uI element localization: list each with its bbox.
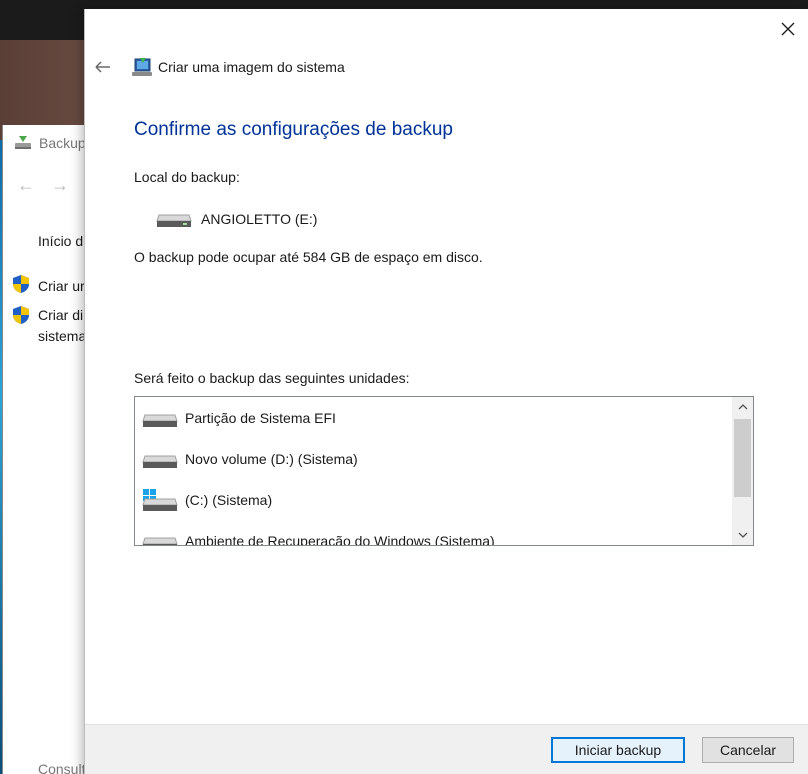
background-link-criar-disco[interactable]: Criar di — [38, 305, 83, 325]
back-arrow-icon[interactable] — [93, 58, 115, 76]
backup-icon — [13, 134, 33, 152]
drive-icon — [141, 405, 179, 431]
backup-location-label: Local do backup: — [134, 169, 240, 185]
close-icon[interactable] — [778, 19, 798, 39]
scroll-down-button[interactable] — [732, 525, 753, 545]
dialog-header: Criar uma imagem do sistema — [93, 55, 345, 79]
background-link-inicio[interactable]: Início d — [38, 231, 83, 251]
drives-list[interactable]: Partição de Sistema EFI Novo volume (D:)… — [134, 396, 754, 546]
drives-list-label: Será feito o backup das seguintes unidad… — [134, 370, 410, 386]
scroll-thumb[interactable] — [734, 419, 751, 497]
background-link-sistema[interactable]: sistema — [38, 326, 86, 346]
uac-shield-icon — [13, 306, 29, 324]
windows-drive-icon — [141, 487, 179, 513]
page-title: Confirme as configurações de backup — [134, 119, 453, 140]
backup-location-drive: ANGIOLETTO (E:) — [155, 209, 317, 229]
list-item[interactable]: Novo volume (D:) (Sistema) — [141, 443, 358, 475]
list-item[interactable]: Ambiente de Recuperação do Windows (Sist… — [141, 525, 495, 545]
uac-shield-icon — [13, 275, 29, 293]
background-window-title-text: Backup — [39, 135, 86, 151]
chevron-down-icon — [738, 532, 747, 538]
drive-name: Novo volume (D:) (Sistema) — [185, 451, 358, 467]
cancel-button[interactable]: Cancelar — [702, 737, 794, 763]
drive-name: (C:) (Sistema) — [185, 492, 273, 508]
background-nav-arrows[interactable]: ←→ — [17, 175, 85, 196]
list-item[interactable]: Partição de Sistema EFI — [141, 402, 336, 434]
drive-name: Ambiente de Recuperação do Windows (Sist… — [185, 533, 495, 545]
dialog-footer: Iniciar backup Cancelar — [85, 724, 808, 774]
system-image-icon — [132, 58, 152, 76]
drives-list-scrollbar[interactable] — [732, 397, 753, 545]
scroll-up-button[interactable] — [732, 397, 753, 417]
list-item[interactable]: (C:) (Sistema) — [141, 484, 272, 516]
backup-location-drive-name: ANGIOLETTO (E:) — [201, 211, 318, 227]
system-image-dialog: Criar uma imagem do sistema Confirme as … — [85, 9, 808, 774]
drive-icon — [141, 528, 179, 545]
start-backup-button[interactable]: Iniciar backup — [551, 737, 685, 763]
background-link-criar-imagem[interactable]: Criar ur — [38, 276, 85, 296]
chevron-up-icon — [738, 404, 747, 410]
dialog-header-title: Criar uma imagem do sistema — [158, 59, 345, 75]
drive-icon — [156, 214, 192, 227]
drive-name: Partição de Sistema EFI — [185, 410, 336, 426]
drive-icon — [141, 446, 179, 472]
background-footer-text[interactable]: Consult — [38, 761, 85, 774]
backup-size-text: O backup pode ocupar até 584 GB de espaç… — [134, 249, 483, 265]
background-window-title[interactable]: Backup — [13, 134, 86, 152]
